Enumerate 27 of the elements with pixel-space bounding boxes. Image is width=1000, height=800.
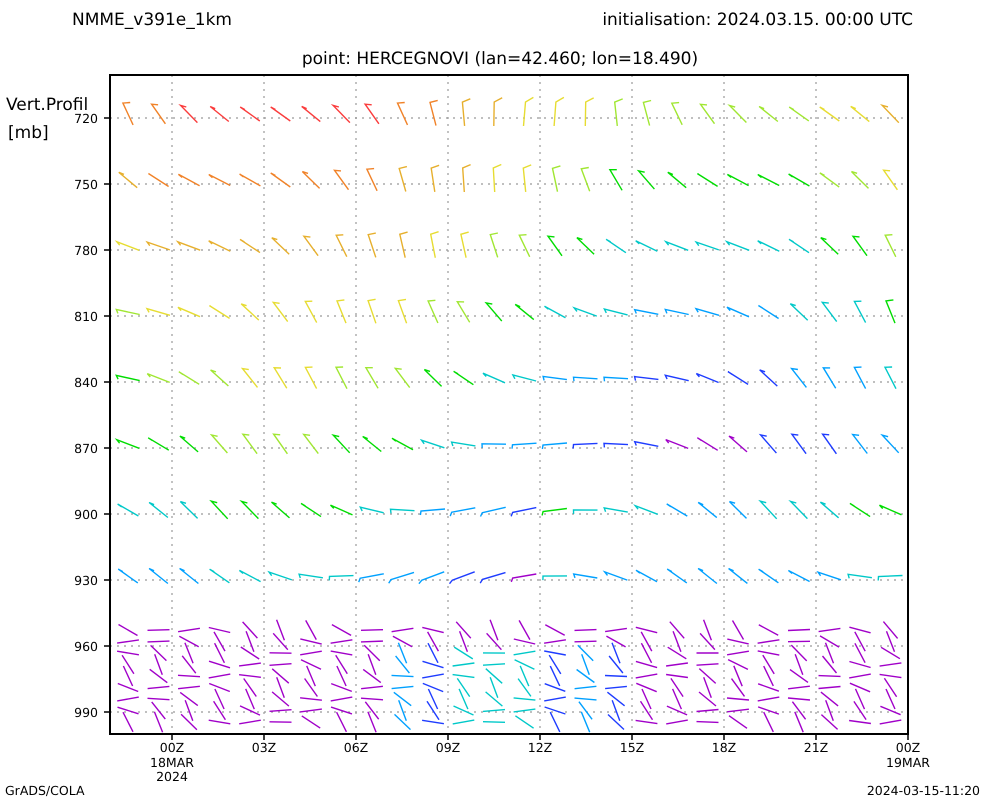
y-tick-label: 990 xyxy=(74,705,98,720)
y-tick-label: 960 xyxy=(74,639,98,654)
date-label: 2024 xyxy=(156,769,188,784)
y-tick-label: 870 xyxy=(74,441,98,456)
software-credit: GrADS/COLA xyxy=(5,783,85,798)
x-tick-label: 09Z xyxy=(436,740,460,755)
y-tick-label: 900 xyxy=(74,507,98,522)
model-name: NMME_v391e_1km xyxy=(72,10,232,30)
y-tick-label: 810 xyxy=(74,309,98,324)
date-label: 18MAR xyxy=(150,755,194,770)
x-tick-label: 21Z xyxy=(804,740,828,755)
point-location: point: HERCEGNOVI (lan=42.460; lon=18.490) xyxy=(302,49,698,69)
x-tick-label: 00Z xyxy=(160,740,184,755)
initialisation-time: initialisation: 2024.03.15. 00:00 UTC xyxy=(602,10,913,30)
y-tick-label: 780 xyxy=(74,243,98,258)
x-tick-label: 06Z xyxy=(344,740,368,755)
x-tick-label: 18Z xyxy=(712,740,736,755)
y-tick-label: 840 xyxy=(74,375,98,390)
x-tick-label: 12Z xyxy=(528,740,552,755)
axis-title: [mb] xyxy=(8,123,49,143)
date-label: 19MAR xyxy=(886,755,930,770)
x-tick-label: 03Z xyxy=(252,740,276,755)
x-tick-label: 00Z xyxy=(896,740,920,755)
y-tick-label: 750 xyxy=(74,177,98,192)
y-tick-label: 930 xyxy=(74,573,98,588)
x-tick-label: 15Z xyxy=(620,740,644,755)
render-timestamp: 2024-03-15-11:20 xyxy=(866,783,980,798)
